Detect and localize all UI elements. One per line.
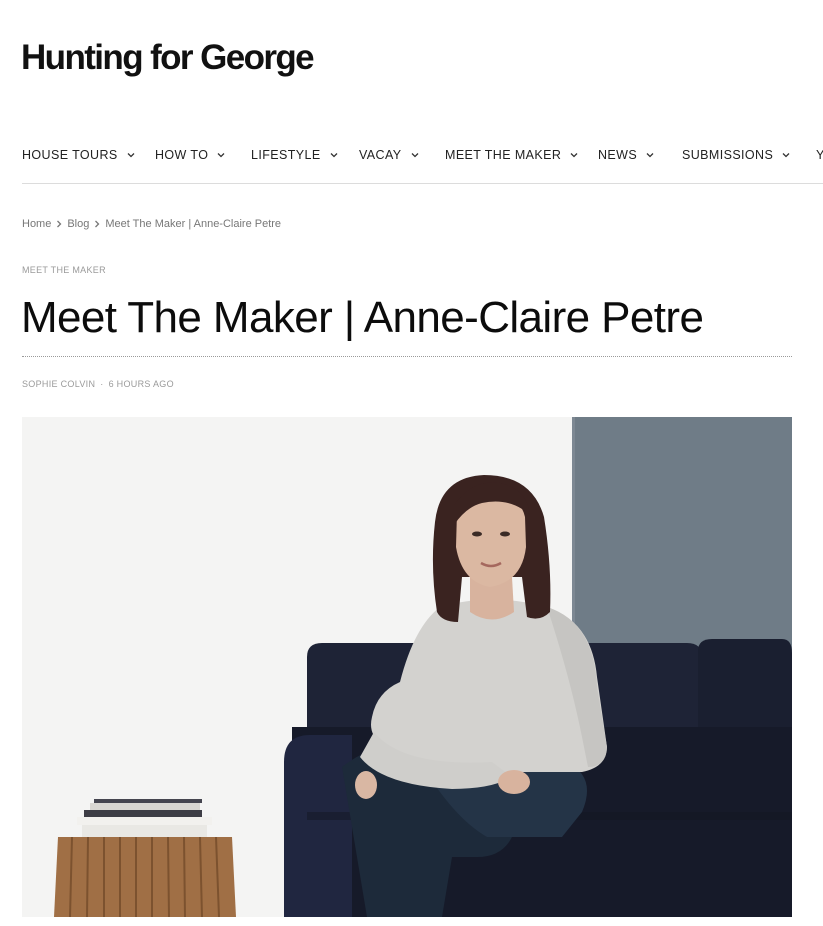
nav-item-label: HOUSE TOURS [22,148,118,162]
nav-divider [22,183,823,184]
nav-item-lifestyle[interactable]: LIFESTYLE [251,148,338,162]
breadcrumb-home[interactable]: Home [22,218,51,230]
nav-item-news[interactable]: NEWS [598,148,654,162]
chevron-right-icon [95,220,100,228]
nav-item-label: MEET THE MAKER [445,148,562,162]
author-link[interactable]: SOPHIE COLVIN [22,379,95,389]
breadcrumb-current: Meet The Maker | Anne-Claire Petre [105,218,282,230]
chevron-down-icon [646,153,654,158]
breadcrumb-blog[interactable]: Blog [67,218,89,230]
chevron-down-icon [411,153,418,158]
chevron-right-icon [57,220,62,228]
nav-item-label: HOW TO [155,148,209,162]
nav-item-meet-the-maker[interactable]: MEET THE MAKER [445,148,578,162]
publish-time: 6 HOURS AGO [108,379,174,389]
chevron-down-icon [570,153,578,158]
nav-item-label: SUBMISSIONS [682,148,774,162]
article-category[interactable]: MEET THE MAKER [22,265,106,275]
nav-item-label: LIFESTYLE [251,148,321,162]
nav-item-label: NEWS [598,148,638,162]
nav-item-vacay[interactable]: VACAY [359,148,419,162]
nav-item-overflow[interactable]: Y [816,148,823,162]
nav-item-label: Y [816,148,823,162]
meta-separator: · [100,379,104,389]
chevron-down-icon [782,153,790,158]
site-logo[interactable]: Hunting for George [21,38,315,78]
breadcrumb: Home Blog Meet The Maker | Anne-Claire P… [22,218,281,230]
article-meta: SOPHIE COLVIN · 6 HOURS AGO [22,379,174,389]
nav-item-house-tours[interactable]: HOUSE TOURS [22,148,135,162]
nav-item-submissions[interactable]: SUBMISSIONS [682,148,790,162]
article-title: Meet The Maker | Anne-Claire Petre [21,293,704,342]
chevron-down-icon [127,153,135,158]
nav-item-how-to[interactable]: HOW TO [155,148,225,162]
chevron-down-icon [217,153,225,158]
title-divider [22,356,792,357]
hero-image [22,417,792,917]
main-nav: HOUSE TOURS HOW TO LIFESTYLE VACAY MEET … [22,148,823,164]
nav-item-label: VACAY [359,148,402,162]
chevron-down-icon [330,153,338,158]
